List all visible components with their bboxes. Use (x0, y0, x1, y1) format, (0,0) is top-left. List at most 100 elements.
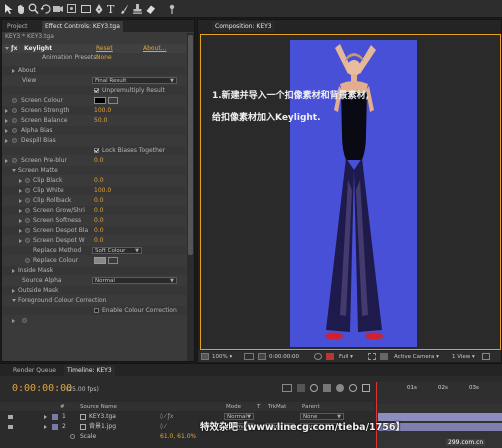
time-ruler[interactable]: 01s 02s 03s (376, 382, 502, 404)
camera-tool-icon[interactable] (52, 3, 64, 15)
param-foreground-colour-correction[interactable]: Foreground Colour Correction (2, 296, 186, 305)
tab-project[interactable]: Project (4, 21, 31, 32)
brush-tool-icon[interactable] (120, 3, 130, 15)
animation-presets-value[interactable]: None (96, 53, 112, 62)
pan-behind-tool-icon[interactable] (66, 3, 78, 15)
toggle-pixel-aspect-icon[interactable] (482, 353, 490, 360)
grid-toggle-icon[interactable] (244, 353, 254, 360)
zoom-dropdown[interactable]: 100% ▾ (212, 353, 232, 361)
always-preview-icon[interactable] (201, 353, 209, 360)
live-update-icon[interactable] (297, 384, 305, 392)
enable-colour-correction-checkbox[interactable] (94, 308, 99, 313)
screen-strength-value[interactable]: 100.0 (94, 106, 111, 115)
selection-tool-icon[interactable] (4, 3, 14, 15)
layer-1-name[interactable]: KEY3.tga (89, 412, 116, 422)
timeline-timecode[interactable]: 0:00:00:00 (12, 383, 72, 394)
visibility-eye-icon[interactable] (8, 425, 13, 429)
rectangle-mask-tool-icon[interactable] (80, 3, 92, 15)
lock-biases-checkbox[interactable] (94, 148, 99, 153)
param-screen-softness: Screen Softness 0.0 (2, 216, 186, 225)
param-about[interactable]: About (2, 66, 186, 75)
viewer-timecode[interactable]: 0:00:00:00 (269, 353, 299, 361)
motion-blur-icon[interactable] (349, 384, 357, 392)
view-dropdown[interactable]: Final Result ▼ (92, 77, 177, 84)
comp-mini-flowchart-icon[interactable] (282, 384, 292, 392)
effect-panel-scrollbar[interactable] (187, 33, 194, 361)
stopwatch-icon[interactable] (12, 108, 17, 113)
unpremultiply-checkbox[interactable] (94, 88, 99, 93)
tab-effect-controls[interactable]: Effect Controls: KEY3.tga (42, 21, 123, 32)
current-time-indicator[interactable] (376, 382, 377, 448)
effect-controls-panel: Project Effect Controls: KEY3.tga KEY3 *… (1, 19, 195, 362)
pen-tool-icon[interactable] (94, 3, 104, 15)
tab-render-queue[interactable]: Render Queue (10, 365, 59, 376)
animation-presets-label: Animation Presets: (42, 54, 99, 61)
hide-shy-layers-icon[interactable] (323, 384, 331, 392)
clone-stamp-tool-icon[interactable] (132, 3, 143, 15)
composition-canvas[interactable] (290, 40, 417, 347)
rotation-tool-icon[interactable] (40, 3, 51, 15)
stopwatch-icon[interactable] (25, 208, 30, 213)
frame-blending-icon[interactable] (336, 384, 344, 392)
layer-2-name[interactable]: 背景1.jpg (89, 422, 116, 432)
reset-link[interactable]: Reset (96, 44, 113, 53)
header-source-name[interactable]: Source Name (80, 404, 117, 410)
source-alpha-dropdown[interactable]: Normal ▼ (92, 277, 177, 284)
expand-triangle-icon[interactable] (5, 47, 9, 50)
zoom-tool-icon[interactable] (28, 3, 39, 15)
replace-colour-swatch[interactable] (94, 257, 106, 264)
param-source-alpha: Source Alpha Normal ▼ (2, 276, 186, 285)
tab-composition[interactable]: Composition: KEY3 (212, 21, 275, 32)
param-inside-mask[interactable]: Inside Mask (2, 266, 186, 275)
header-mode: Mode (226, 404, 241, 410)
screen-balance-value[interactable]: 50.0 (94, 116, 107, 125)
stopwatch-icon[interactable] (25, 258, 30, 263)
eraser-tool-icon[interactable] (145, 3, 156, 15)
stopwatch-icon[interactable] (25, 228, 30, 233)
visibility-eye-icon[interactable] (8, 415, 13, 419)
view-layout-dropdown[interactable]: 1 View ▾ (452, 353, 475, 361)
scale-value[interactable]: 61.0, 61.0% (160, 432, 196, 442)
tab-timeline[interactable]: Timeline: KEY3 (64, 365, 115, 376)
layer-switches[interactable]: ◊ ⁄ ƒx (160, 412, 173, 422)
stopwatch-icon[interactable] (12, 128, 17, 133)
param-screen-matte[interactable]: Screen Matte (2, 166, 186, 175)
stopwatch-icon[interactable] (12, 118, 17, 123)
expand-triangle-icon[interactable] (44, 415, 47, 419)
snapshot-icon[interactable] (258, 353, 266, 360)
composition-viewer[interactable]: 1.新建并导入一个扣像素材和背景素材, 给扣像素材加入Keylight. (200, 34, 501, 350)
eyedropper-icon[interactable] (108, 257, 118, 264)
expand-triangle-icon[interactable] (44, 425, 47, 429)
stopwatch-icon[interactable] (12, 138, 17, 143)
screen-colour-swatch[interactable] (94, 97, 106, 104)
stopwatch-icon[interactable] (25, 188, 30, 193)
stopwatch-icon[interactable] (25, 178, 30, 183)
show-channel-icon[interactable] (314, 353, 322, 360)
label-color-icon[interactable] (52, 414, 58, 420)
replace-method-dropdown[interactable]: Soft Colour ▼ (92, 247, 142, 254)
stopwatch-icon[interactable] (25, 218, 30, 223)
stopwatch-icon[interactable] (12, 158, 17, 163)
param-enable-colour-correction: Enable Colour Correction (2, 306, 186, 315)
label-color-icon[interactable] (52, 424, 58, 430)
graph-editor-icon[interactable] (362, 384, 370, 392)
layer-switches[interactable]: ◊ ⁄ (160, 422, 166, 432)
active-camera-dropdown[interactable]: Active Camera ▾ (394, 353, 439, 361)
eyedropper-icon[interactable] (108, 97, 118, 104)
about-link[interactable]: About... (143, 44, 166, 53)
hand-tool-icon[interactable] (16, 3, 26, 15)
transparency-grid-icon[interactable] (380, 353, 388, 360)
stopwatch-icon[interactable] (70, 434, 75, 439)
stopwatch-icon[interactable] (22, 318, 27, 323)
stopwatch-icon[interactable] (25, 198, 30, 203)
channel-color-icon[interactable] (326, 353, 334, 360)
draft-3d-icon[interactable] (310, 384, 318, 392)
param-outside-mask[interactable]: Outside Mask (2, 286, 186, 295)
resolution-dropdown[interactable]: Full ▾ (339, 353, 353, 361)
fx-badge-icon[interactable]: ƒx (11, 44, 17, 53)
stopwatch-icon[interactable] (12, 98, 17, 103)
text-tool-icon[interactable]: T (106, 2, 116, 15)
stopwatch-icon[interactable] (25, 238, 30, 243)
region-of-interest-icon[interactable] (368, 353, 376, 360)
puppet-pin-tool-icon[interactable] (166, 3, 178, 15)
